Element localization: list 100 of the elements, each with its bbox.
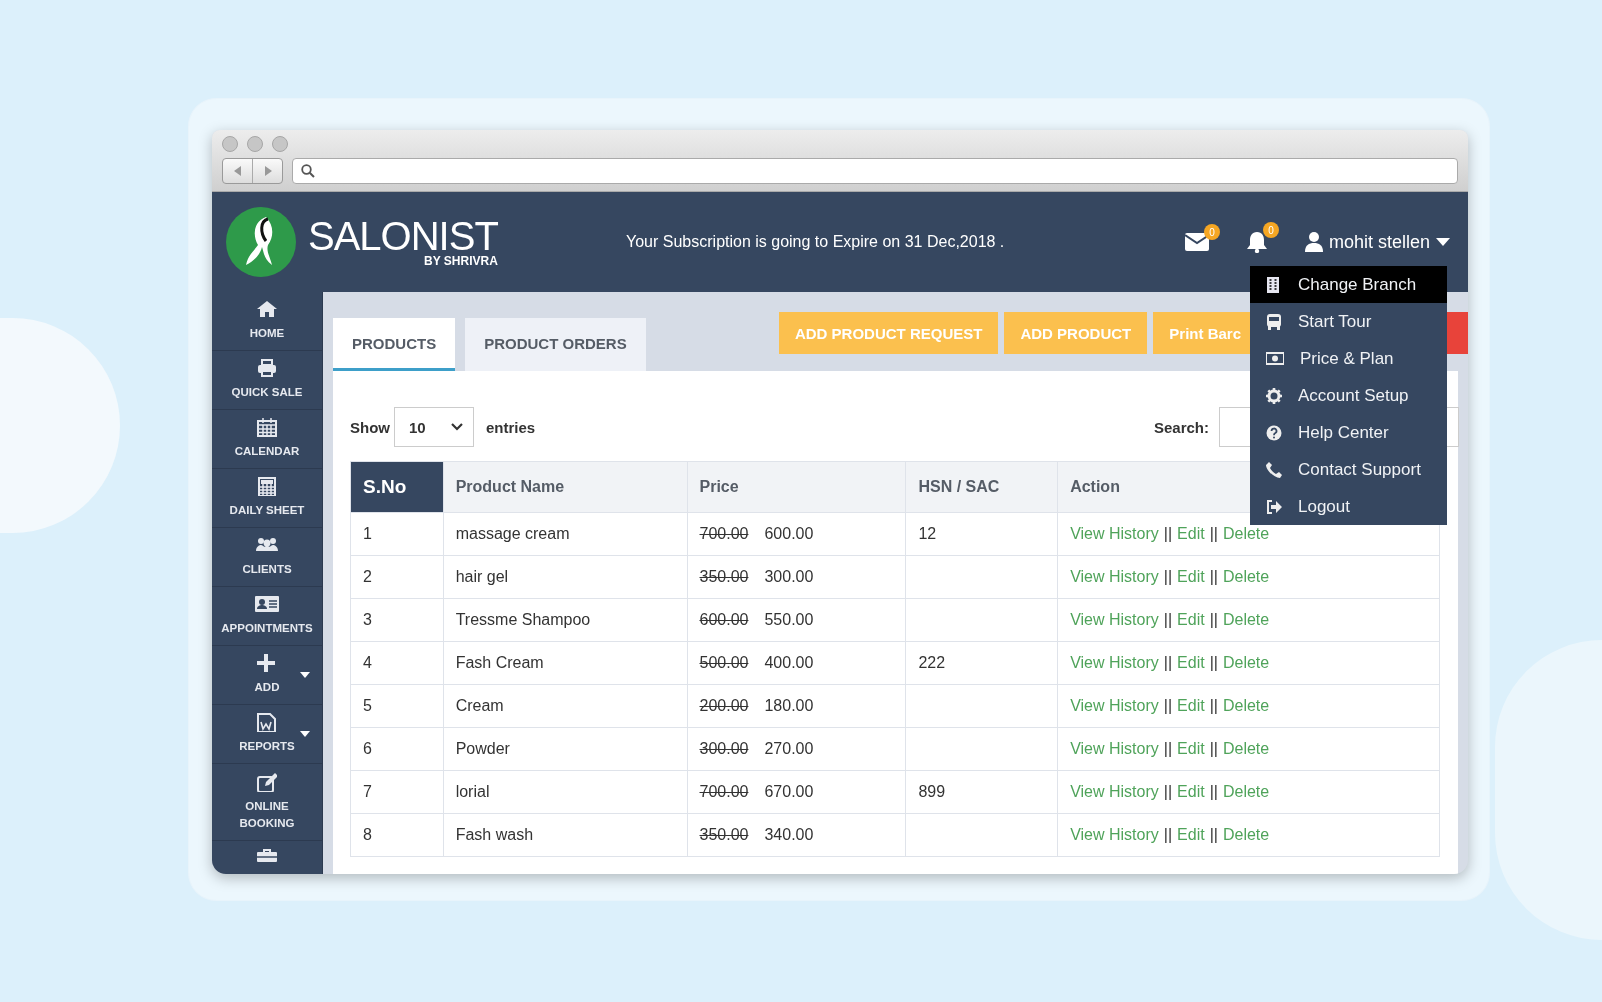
window-control[interactable] <box>272 136 288 152</box>
briefcase-icon <box>257 849 277 862</box>
menu-item[interactable]: Help Center <box>1250 414 1447 451</box>
separator-text: || <box>1163 654 1173 671</box>
action-link[interactable]: View History <box>1070 740 1159 757</box>
action-link[interactable]: View History <box>1070 568 1159 585</box>
separator-text: || <box>1163 740 1173 757</box>
action-link[interactable]: Delete <box>1222 654 1270 671</box>
action-link[interactable]: View History <box>1070 654 1159 671</box>
action-button[interactable]: ADD PRODUCT REQUEST <box>778 312 999 354</box>
forward-icon <box>263 166 272 176</box>
count-badge: 0 <box>1262 222 1279 238</box>
action-link[interactable]: Edit <box>1177 654 1205 671</box>
separator-text: || <box>1163 697 1173 714</box>
table-cell: 899 <box>905 770 1058 814</box>
table-cell: hair gel <box>443 555 687 599</box>
search-icon <box>301 164 315 178</box>
sidebar-item[interactable]: APPOINTMENTS <box>212 587 322 646</box>
action-link[interactable]: Edit <box>1177 740 1205 757</box>
sidebar-item[interactable]: ONLINE BOOKING <box>212 764 322 841</box>
count-badge: 0 <box>1203 224 1220 240</box>
action-link[interactable]: Delete <box>1222 525 1270 542</box>
action-link[interactable]: Edit <box>1177 697 1205 714</box>
table-cell: 2 <box>350 555 444 599</box>
column-header[interactable]: S.No <box>350 461 444 513</box>
separator-text: || <box>1209 826 1218 843</box>
table-cell: 5 <box>350 684 444 728</box>
action-link[interactable]: View History <box>1070 525 1159 542</box>
back-icon <box>233 166 242 176</box>
sidebar-item[interactable]: HOME <box>212 292 322 351</box>
sale-price: 340.00 <box>764 826 814 843</box>
original-price: 300.00 <box>699 740 749 757</box>
bell-icon <box>1245 231 1268 253</box>
action-link[interactable]: View History <box>1070 697 1159 714</box>
original-price: 700.00 <box>699 783 749 800</box>
sale-price: 400.00 <box>764 654 814 671</box>
table-cell: lorial <box>443 770 687 814</box>
original-price: 700.00 <box>699 525 749 542</box>
action-link[interactable]: Edit <box>1177 826 1205 843</box>
column-header[interactable]: Price <box>687 461 906 513</box>
plus-icon <box>257 654 277 674</box>
sidebar-item[interactable]: REPORTS <box>212 705 322 764</box>
table-cell: Tressme Shampoo <box>443 598 687 642</box>
address-field[interactable] <box>292 158 1458 184</box>
action-link[interactable]: Delete <box>1222 697 1270 714</box>
action-link[interactable]: View History <box>1070 826 1159 843</box>
separator-text: || <box>1209 783 1218 800</box>
action-link[interactable]: Delete <box>1222 568 1270 585</box>
table-cell: Powder <box>443 727 687 771</box>
user-icon <box>1304 232 1323 252</box>
action-link[interactable]: View History <box>1070 611 1159 628</box>
separator-text: || <box>1209 697 1218 714</box>
action-link[interactable]: Edit <box>1177 525 1205 542</box>
table-cell: 6 <box>350 727 444 771</box>
action-link[interactable]: Delete <box>1222 826 1270 843</box>
original-price: 600.00 <box>699 611 749 628</box>
separator-text: || <box>1163 783 1173 800</box>
sidebar-item[interactable]: DAILY SHEET <box>212 469 322 528</box>
sidebar-item[interactable]: CALENDAR <box>212 410 322 469</box>
home-icon <box>257 300 277 320</box>
sidebar-item[interactable]: CLIENTS <box>212 528 322 587</box>
entries-label: entries <box>486 418 536 436</box>
separator-text: || <box>1163 826 1173 843</box>
column-header[interactable]: HSN / SAC <box>905 461 1058 513</box>
sidebar-item[interactable]: ADD <box>212 646 322 705</box>
action-link[interactable]: Delete <box>1222 783 1270 800</box>
caret-icon <box>1436 238 1450 246</box>
separator-text: || <box>1209 525 1218 542</box>
action-link[interactable]: Delete <box>1222 611 1270 628</box>
mail-button[interactable]: 0 <box>1184 224 1220 251</box>
banknote-icon <box>1266 350 1284 367</box>
action-link[interactable]: Edit <box>1177 783 1205 800</box>
tab[interactable]: PRODUCT ORDERS <box>465 318 646 371</box>
menu-item[interactable]: Account Setup <box>1250 377 1447 414</box>
table-cell: 8 <box>350 813 444 857</box>
user-menu-toggle[interactable]: mohit stellen <box>1304 231 1450 253</box>
notification-button[interactable]: 0 <box>1245 222 1279 253</box>
original-price: 200.00 <box>699 697 749 714</box>
sale-price: 270.00 <box>764 740 814 757</box>
bus-icon <box>1266 313 1282 330</box>
page-size-select[interactable]: 10 <box>394 407 474 447</box>
action-link[interactable]: Edit <box>1177 568 1205 585</box>
window-control[interactable] <box>222 136 238 152</box>
separator-text: || <box>1209 611 1218 628</box>
sidebar-item[interactable]: QUICK SALE <box>212 351 322 410</box>
separator-text: || <box>1209 740 1218 757</box>
action-link[interactable]: View History <box>1070 783 1159 800</box>
window-control[interactable] <box>247 136 263 152</box>
menu-item[interactable]: Change Branch <box>1250 266 1447 303</box>
tab[interactable]: PRODUCTS <box>333 318 456 371</box>
contact-card-icon <box>255 595 279 615</box>
action-link[interactable]: Delete <box>1222 740 1270 757</box>
mail-icon <box>1184 233 1209 251</box>
original-price: 350.00 <box>699 826 749 843</box>
sale-price: 600.00 <box>764 525 814 542</box>
column-header[interactable]: Product Name <box>443 461 687 513</box>
calendar-icon <box>257 418 277 438</box>
printer-icon <box>257 359 277 379</box>
action-button[interactable]: ADD PRODUCT <box>1004 312 1148 354</box>
action-link[interactable]: Edit <box>1177 611 1205 628</box>
